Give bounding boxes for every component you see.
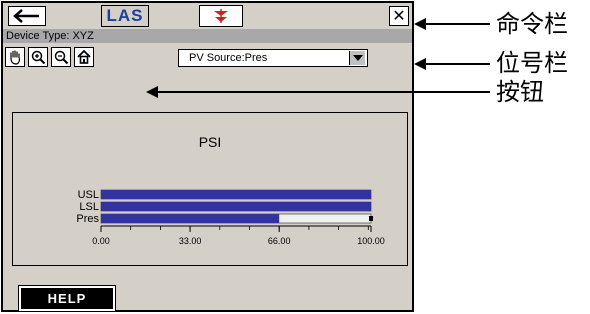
bar-chart: USLLSLPres 0.00 33.00 66.00 100.00 <box>76 189 385 246</box>
fault-symbol-icon <box>214 9 228 23</box>
callout-buttons: 按钮 <box>496 78 544 106</box>
tick-label: 33.00 <box>179 236 202 246</box>
las-label[interactable]: LAS <box>101 5 149 27</box>
back-arrow-icon <box>13 9 39 23</box>
bar-lsl <box>101 202 371 211</box>
back-button[interactable] <box>8 6 46 26</box>
zoom-out-icon <box>54 50 69 65</box>
position-bar: Device Type: XYZ <box>3 29 412 43</box>
command-bar-arrowhead <box>414 18 426 30</box>
pv-source-select[interactable]: PV Source:Pres <box>178 49 368 67</box>
tick-label: 100.00 <box>357 236 385 246</box>
tick-label: 0.00 <box>92 236 110 246</box>
zoom-in-button[interactable] <box>28 47 48 67</box>
help-label: HELP <box>47 291 87 306</box>
pan-button[interactable] <box>5 47 25 67</box>
bar-chart-panel: PSI USL LSL Pres 0.00 33.00 66.00 100.00 <box>12 112 408 266</box>
pv-source-value: PV Source:Pres <box>189 52 268 64</box>
zoom-in-icon <box>31 50 46 65</box>
position-bar-arrowhead <box>414 58 426 70</box>
home-icon <box>77 49 91 64</box>
hand-icon <box>10 50 21 65</box>
callout-command-bar: 命令栏 <box>496 10 568 38</box>
device-type-label: Device Type: XYZ <box>6 30 94 42</box>
close-button[interactable]: ✕ <box>389 6 409 26</box>
category-label: LSL <box>79 201 99 213</box>
zoom-out-button[interactable] <box>51 47 71 67</box>
toolbar: PV Source:Pres <box>3 45 412 69</box>
chevron-down-icon[interactable] <box>349 51 365 65</box>
device-window: LAS ✕ Device Type: XYZ PV Source:Pres PS… <box>1 1 414 312</box>
command-bar: LAS ✕ <box>3 3 412 29</box>
close-icon: ✕ <box>392 8 406 25</box>
pres-marker <box>369 216 373 221</box>
bar-usl <box>101 190 371 199</box>
fault-indicator-icon[interactable] <box>199 5 243 27</box>
callout-position-bar: 位号栏 <box>496 49 568 77</box>
bar-pres <box>101 214 280 223</box>
help-button[interactable]: HELP <box>18 285 116 312</box>
tick-label: 66.00 <box>268 236 291 246</box>
home-button[interactable] <box>74 47 94 67</box>
category-label: Pres <box>76 213 99 225</box>
category-label: USL <box>78 189 99 201</box>
